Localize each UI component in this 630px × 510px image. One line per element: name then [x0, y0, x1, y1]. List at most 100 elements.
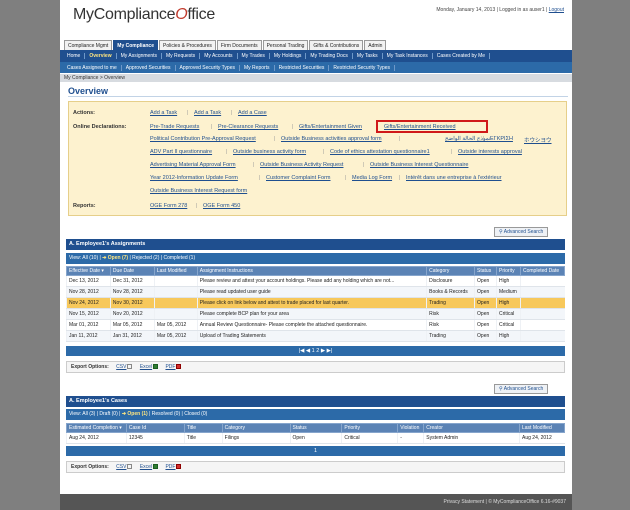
filter-all[interactable]: All (10)	[82, 255, 98, 261]
export-excel-link[interactable]: Excel	[140, 364, 159, 370]
col-effective-date[interactable]: Effective Date ▾	[66, 266, 111, 276]
gifts-given-link[interactable]: Gifts/Entertainment Given	[299, 124, 362, 130]
nav-cases-assigned[interactable]: Cases Assigned to me	[63, 64, 122, 71]
table-row[interactable]: Mar 01, 2012 Mar 05, 2012 Mar 05, 2012 Annu…	[66, 319, 565, 331]
nav-my-reports[interactable]: My Reports	[240, 64, 275, 71]
customer-complaint-link[interactable]: Customer Complaint Form	[266, 175, 331, 181]
filter-open[interactable]: ➔ Open (7)	[102, 255, 128, 261]
outside-business-approval-link[interactable]: Outside Business activities approval for…	[281, 136, 382, 142]
table-row[interactable]: Nov 15, 2012 Nov 20, 2012 Please complete …	[66, 308, 565, 320]
cases-export-excel-link[interactable]: Excel	[140, 464, 159, 470]
assignments-table: Effective Date ▾ Due Date Last Modified …	[66, 266, 565, 342]
media-log-link[interactable]: Media Log Form	[352, 175, 392, 181]
col-priority[interactable]: Priority	[496, 266, 521, 276]
col-completed-date[interactable]: Completed Date	[520, 266, 565, 276]
nav-my-tasks[interactable]: My Tasks	[353, 53, 383, 59]
nav-my-trading-docs[interactable]: My Trading Docs	[306, 53, 353, 59]
outside-business-activity-request-link[interactable]: Outside Business Activity Request	[260, 162, 343, 168]
case-filter-closed[interactable]: Closed (0)	[184, 411, 207, 417]
adv-part-ii-link[interactable]: ADV Part II questionnaire	[150, 149, 212, 155]
oge-278-link[interactable]: OGE Form 278	[150, 203, 187, 209]
nav-my-trades[interactable]: My Trades	[238, 53, 270, 59]
case-filter-draft[interactable]: Draft (0)	[99, 411, 117, 417]
export-csv-link[interactable]: CSV	[116, 364, 133, 370]
cases-filter-bar: View: All (3) | Draft (0) | ➔ Open (1) |…	[66, 409, 565, 420]
export-pdf-link[interactable]: PDF	[165, 364, 182, 370]
col-creator[interactable]: Creator	[423, 423, 520, 433]
breadcrumb: My Compliance > Overview	[60, 74, 572, 82]
nav-home[interactable]: Home	[63, 53, 86, 59]
table-row-selected[interactable]: Nov 24, 2012 Nov 30, 2012 Please click on …	[66, 297, 565, 309]
nav-my-task-instances[interactable]: My Task Instances	[383, 53, 433, 59]
case-filter-all[interactable]: All (3)	[82, 411, 95, 417]
add-task-link[interactable]: Add a Task	[150, 110, 177, 116]
pre-trade-requests-link[interactable]: Pre-Trade Requests	[150, 124, 199, 130]
cases-pager[interactable]: 1	[66, 446, 565, 456]
pdf-icon	[176, 464, 182, 470]
col-title[interactable]: Title	[183, 423, 223, 433]
advanced-search-button-2[interactable]: ⚲ Advanced Search	[494, 384, 549, 394]
col-assignment-instructions[interactable]: Assignment Instructions	[196, 266, 428, 276]
assignments-pager[interactable]: |◀ ◀ 1 2 ▶ ▶|	[66, 346, 565, 356]
col-category[interactable]: Category	[426, 266, 476, 276]
advanced-search-button-1[interactable]: ⚲ Advanced Search	[494, 227, 549, 237]
col-last-modified[interactable]: Last Modified	[153, 266, 198, 276]
nav-my-holdings[interactable]: My Holdings	[270, 53, 307, 59]
pdf-icon	[176, 364, 182, 370]
french-interest-link[interactable]: Intérêt dans une entreprise à l'extérieu…	[406, 175, 502, 181]
nav-restricted-security-types[interactable]: Restricted Security Types	[329, 64, 396, 71]
col-status[interactable]: Status	[474, 266, 498, 276]
filter-completed[interactable]: Completed (1)	[163, 255, 195, 261]
page-title: Overview	[68, 86, 109, 96]
outside-interests-approval-link[interactable]: Outside interests approval	[458, 149, 522, 155]
nav-approved-securities[interactable]: Approved Securities	[122, 64, 176, 71]
code-of-ethics-link[interactable]: Code of ethics attestation questionnaire…	[330, 149, 430, 155]
cases-export-pdf-link[interactable]: PDF	[165, 464, 182, 470]
col-case-status[interactable]: Status	[289, 423, 343, 433]
nav-restricted-securities[interactable]: Restricted Securities	[275, 64, 330, 71]
col-case-id[interactable]: Case Id	[125, 423, 185, 433]
col-case-priority[interactable]: Priority	[341, 423, 399, 433]
outside-business-interest-request-link[interactable]: Outside Business Interest Request form	[150, 188, 247, 194]
cases-export-csv-link[interactable]: CSV	[116, 464, 133, 470]
nav-cases-created[interactable]: Cases Created by Me	[433, 53, 491, 59]
col-estimated-completion[interactable]: Estimated Completion ▾	[66, 423, 127, 433]
case-filter-resolved[interactable]: Resolved (0)	[152, 411, 180, 417]
col-case-last-modified[interactable]: Last Modified	[519, 423, 565, 433]
nav-my-assignments[interactable]: My Assignments	[117, 53, 162, 59]
filter-rejected[interactable]: Rejected (2)	[132, 255, 159, 261]
add-case-link[interactable]: Add a Case	[238, 110, 267, 116]
pre-clearance-requests-link[interactable]: Pre-Clearance Requests	[218, 124, 278, 130]
case-filter-open[interactable]: ➔ Open (1)	[122, 411, 148, 417]
japanese-form-link[interactable]: ホウシヨウ	[524, 136, 552, 144]
app-logo[interactable]: MyComplianceOffice	[73, 6, 215, 24]
col-case-category[interactable]: Category	[221, 423, 291, 433]
nav-my-accounts[interactable]: My Accounts	[200, 53, 238, 59]
logout-link[interactable]: Logout	[549, 7, 564, 13]
year-2012-update-link[interactable]: Year 2012-Information Update Form	[150, 175, 238, 181]
table-row[interactable]: Dec 13, 2012 Dec 31, 2012 Please review an…	[66, 275, 565, 287]
assignments-filter-bar: View: All (10) | ➔ Open (7) | Rejected (…	[66, 253, 565, 264]
assignments-header: A. Employee1's Assignments	[66, 239, 565, 250]
political-contribution-link[interactable]: Political Contribution Pre-Approval Requ…	[150, 136, 256, 142]
table-row[interactable]: Aug 24, 2012 12345 Title Filings Open Critica…	[66, 432, 565, 444]
footer: Privacy Statement | © MyComplianceOffice…	[60, 494, 572, 510]
col-due-date[interactable]: Due Date	[109, 266, 155, 276]
oge-450-link[interactable]: OGE Form 450	[203, 203, 240, 209]
nav-approved-security-types[interactable]: Approved Security Types	[176, 64, 240, 71]
nav-overview[interactable]: Overview	[85, 53, 117, 59]
nav-my-requests[interactable]: My Requests	[162, 53, 201, 59]
add-task-link-2[interactable]: Add a Task	[194, 110, 221, 116]
col-violation[interactable]: Violation	[397, 423, 425, 433]
table-row[interactable]: Nov 28, 2012 Nov 28, 2012 Please read upda…	[66, 286, 565, 298]
highlight-box	[376, 120, 488, 133]
advertising-material-link[interactable]: Advertising Material Approval Form	[150, 162, 236, 168]
actions-panel: Actions: Add a Task | Add a Task | Add a…	[68, 101, 567, 216]
secondary-nav: Cases Assigned to me Approved Securities…	[60, 62, 572, 73]
table-row[interactable]: Jan 11, 2012 Jan 31, 2012 Mar 05, 2012 Uplo…	[66, 330, 565, 342]
outside-business-interest-questionnaire-link[interactable]: Outside Business Interest Questionnaire	[370, 162, 468, 168]
assignments-export-options: Export Options: CSV Excel PDF	[66, 361, 565, 373]
greek-form-link[interactable]: ΕΓΚΡΙΣΗ	[490, 136, 513, 142]
outside-business-activity-form-link[interactable]: Outside business activity form	[233, 149, 306, 155]
primary-nav: Home Overview My Assignments My Requests…	[60, 50, 572, 62]
